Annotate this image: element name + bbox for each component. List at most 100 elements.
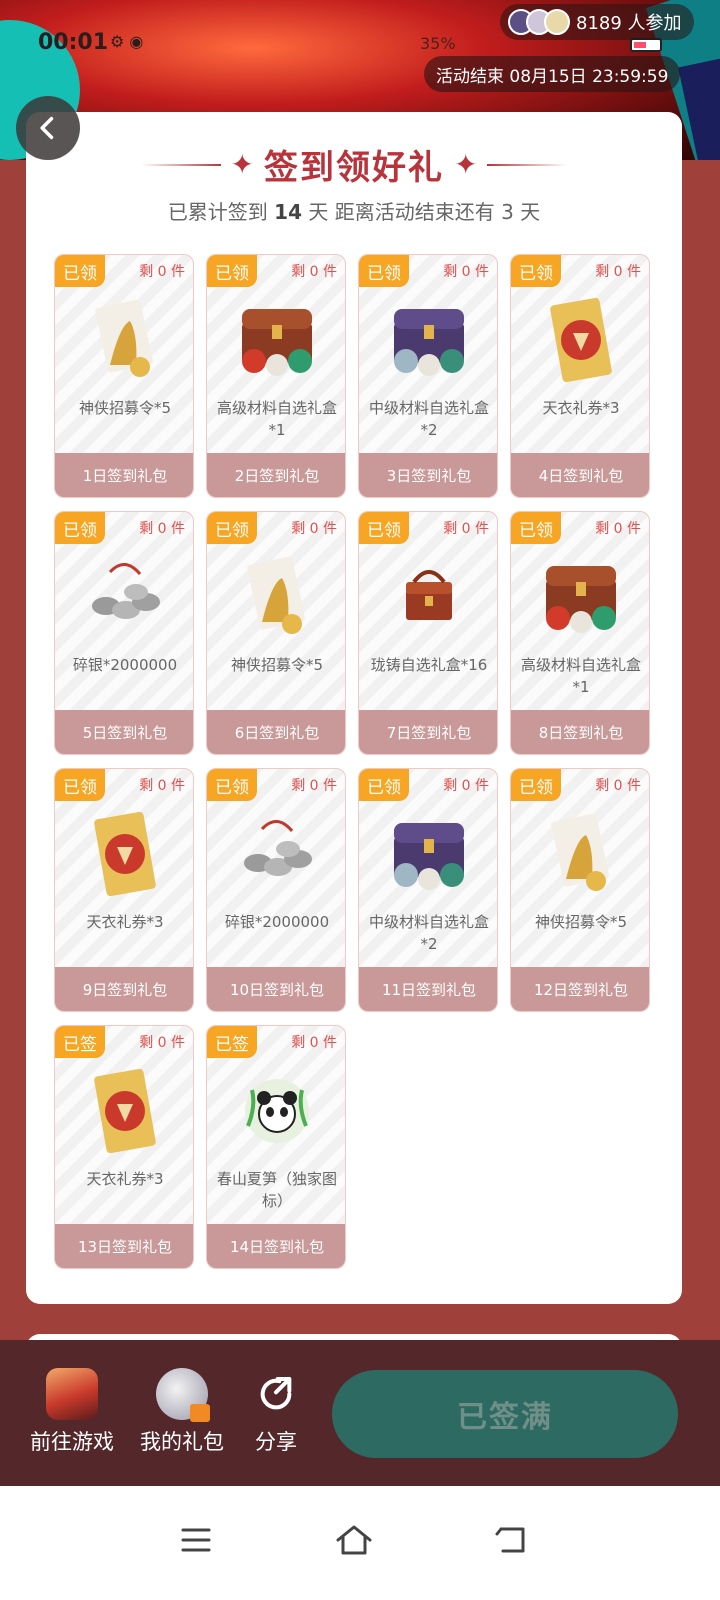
share-icon (250, 1368, 302, 1420)
day-gift-button[interactable]: 8日签到礼包 (511, 710, 649, 754)
day-gift-button[interactable]: 3日签到礼包 (359, 453, 497, 497)
sparkle-icon: ✦ (454, 147, 478, 181)
gift-item[interactable]: 已签 剩 0 件春山夏笋（独家图标） 14日签到礼包 (206, 1025, 346, 1269)
gift-item[interactable]: 已领 剩 0 件天衣礼券*3 9日签到礼包 (54, 768, 194, 1012)
remaining-count: 剩 0 件 (595, 778, 641, 794)
gift-name: 碎银*2000000 (224, 913, 330, 931)
participants-pill: 8189 人参加 (500, 4, 694, 40)
checkin-card: ✦ 签到领好礼 ✦ 已累计签到 14 天 距离活动结束还有 3 天 已领剩 0 … (26, 112, 682, 1304)
claimed-badge: 已签 (55, 1026, 105, 1058)
gift-item[interactable]: 已领 剩 0 件天衣礼券*3 4日签到礼包 (510, 254, 650, 498)
scroll-icon (80, 295, 170, 385)
claimed-badge: 已领 (511, 512, 561, 544)
gift-name: 碎银*2000000 (72, 656, 178, 674)
claimed-badge: 已领 (207, 255, 257, 287)
gift-name: 中级材料自选礼盒*2 (368, 913, 489, 953)
chevron-left-icon (40, 116, 54, 140)
activity-end-time: 活动结束 08月15日 23:59:59 (424, 56, 681, 92)
remaining-count: 剩 0 件 (291, 778, 337, 794)
back-nav-icon[interactable] (490, 1520, 534, 1560)
gift-name: 神侠招募令*5 (78, 399, 172, 417)
gift-name: 天衣礼券*3 (86, 913, 164, 931)
day-gift-button[interactable]: 7日签到礼包 (359, 710, 497, 754)
day-gift-button[interactable]: 1日签到礼包 (55, 453, 193, 497)
red-chest-icon (232, 295, 322, 385)
share-button[interactable]: 分享 (250, 1368, 302, 1456)
remaining-count: 剩 0 件 (443, 264, 489, 280)
scroll-icon (536, 809, 626, 899)
gift-name: 中级材料自选礼盒*2 (368, 399, 489, 439)
gift-item[interactable]: 已领 剩 0 件中级材料自选礼盒*2 3日签到礼包 (358, 254, 498, 498)
day-gift-button[interactable]: 5日签到礼包 (55, 710, 193, 754)
day-gift-button[interactable]: 13日签到礼包 (55, 1224, 193, 1268)
gift-item[interactable]: 已领 剩 0 件中级材料自选礼盒*2 11日签到礼包 (358, 768, 498, 1012)
home-icon[interactable] (332, 1520, 376, 1560)
remaining-count: 剩 0 件 (443, 521, 489, 537)
day-gift-button[interactable]: 10日签到礼包 (207, 967, 345, 1011)
purple-chest-icon (384, 295, 474, 385)
gift-item[interactable]: 已领 剩 0 件高级材料自选礼盒*1 8日签到礼包 (510, 511, 650, 755)
game-app-icon (46, 1368, 98, 1420)
day-gift-button[interactable]: 9日签到礼包 (55, 967, 193, 1011)
remaining-count: 剩 0 件 (291, 1035, 337, 1051)
status-battery-text: 35% (420, 34, 456, 53)
participant-avatars (508, 9, 570, 35)
back-button[interactable] (16, 96, 80, 160)
status-icons: ⚙ ◉ (110, 32, 144, 51)
gift-item[interactable]: 已领 剩 0 件神侠招募令*5 6日签到礼包 (206, 511, 346, 755)
gift-name: 天衣礼券*3 (86, 1170, 164, 1188)
signed-full-button[interactable]: 已签满 (332, 1370, 678, 1458)
gift-item[interactable]: 已领 剩 0 件碎银*2000000 5日签到礼包 (54, 511, 194, 755)
remaining-count: 剩 0 件 (291, 264, 337, 280)
gift-item[interactable]: 已领 剩 0 件神侠招募令*5 1日签到礼包 (54, 254, 194, 498)
gift-avatar-icon (156, 1368, 210, 1422)
claimed-badge: 已签 (207, 1026, 257, 1058)
day-gift-button[interactable]: 14日签到礼包 (207, 1224, 345, 1268)
day-gift-button[interactable]: 12日签到礼包 (511, 967, 649, 1011)
claimed-badge: 已领 (55, 512, 105, 544)
day-gift-button[interactable]: 2日签到礼包 (207, 453, 345, 497)
card-title: 签到领好礼 (264, 148, 444, 188)
checkin-summary: 已累计签到 14 天 距离活动结束还有 3 天 (167, 200, 541, 224)
red-chest-icon (536, 552, 626, 642)
battery-icon (630, 38, 662, 52)
card-title-row: ✦ 签到领好礼 ✦ (26, 140, 682, 189)
remaining-count: 剩 0 件 (139, 521, 185, 537)
remaining-count: 剩 0 件 (139, 264, 185, 280)
gift-name: 珑铸自选礼盒*16 (370, 656, 488, 674)
panda-avatar-icon (232, 1066, 322, 1156)
day-gift-button[interactable]: 6日签到礼包 (207, 710, 345, 754)
go-game-button[interactable]: 前往游戏 (30, 1368, 114, 1456)
remaining-count: 剩 0 件 (291, 521, 337, 537)
gift-name: 天衣礼券*3 (542, 399, 620, 417)
gift-item[interactable]: 已领 剩 0 件神侠招募令*5 12日签到礼包 (510, 768, 650, 1012)
day-gift-button[interactable]: 4日签到礼包 (511, 453, 649, 497)
small-box-icon (384, 552, 474, 642)
gift-item[interactable]: 已领 剩 0 件珑铸自选礼盒*16 7日签到礼包 (358, 511, 498, 755)
remaining-count: 剩 0 件 (595, 264, 641, 280)
remaining-count: 剩 0 件 (595, 521, 641, 537)
claimed-badge: 已领 (207, 769, 257, 801)
participants-count: 8189 人参加 (576, 13, 682, 34)
claimed-badge: 已领 (511, 769, 561, 801)
gift-item[interactable]: 已领 剩 0 件高级材料自选礼盒*1 2日签到礼包 (206, 254, 346, 498)
gift-name: 神侠招募令*5 (534, 913, 628, 931)
claimed-badge: 已领 (359, 512, 409, 544)
menu-icon[interactable] (174, 1520, 218, 1560)
remaining-count: 剩 0 件 (139, 1035, 185, 1051)
day-gift-button[interactable]: 11日签到礼包 (359, 967, 497, 1011)
sparkle-icon: ✦ (230, 147, 254, 181)
coins-icon (232, 809, 322, 899)
remaining-count: 剩 0 件 (139, 778, 185, 794)
gift-name: 春山夏笋（独家图标） (216, 1170, 337, 1210)
ticket-icon (80, 809, 170, 899)
gift-item[interactable]: 已领 剩 0 件碎银*2000000 10日签到礼包 (206, 768, 346, 1012)
my-gifts-button[interactable]: 我的礼包 (140, 1368, 224, 1456)
claimed-badge: 已领 (359, 255, 409, 287)
gift-name: 高级材料自选礼盒*1 (216, 399, 337, 439)
gift-item[interactable]: 已签 剩 0 件天衣礼券*3 13日签到礼包 (54, 1025, 194, 1269)
claimed-badge: 已领 (207, 512, 257, 544)
claimed-badge: 已领 (359, 769, 409, 801)
purple-chest-icon (384, 809, 474, 899)
system-nav-bar (0, 1486, 720, 1600)
